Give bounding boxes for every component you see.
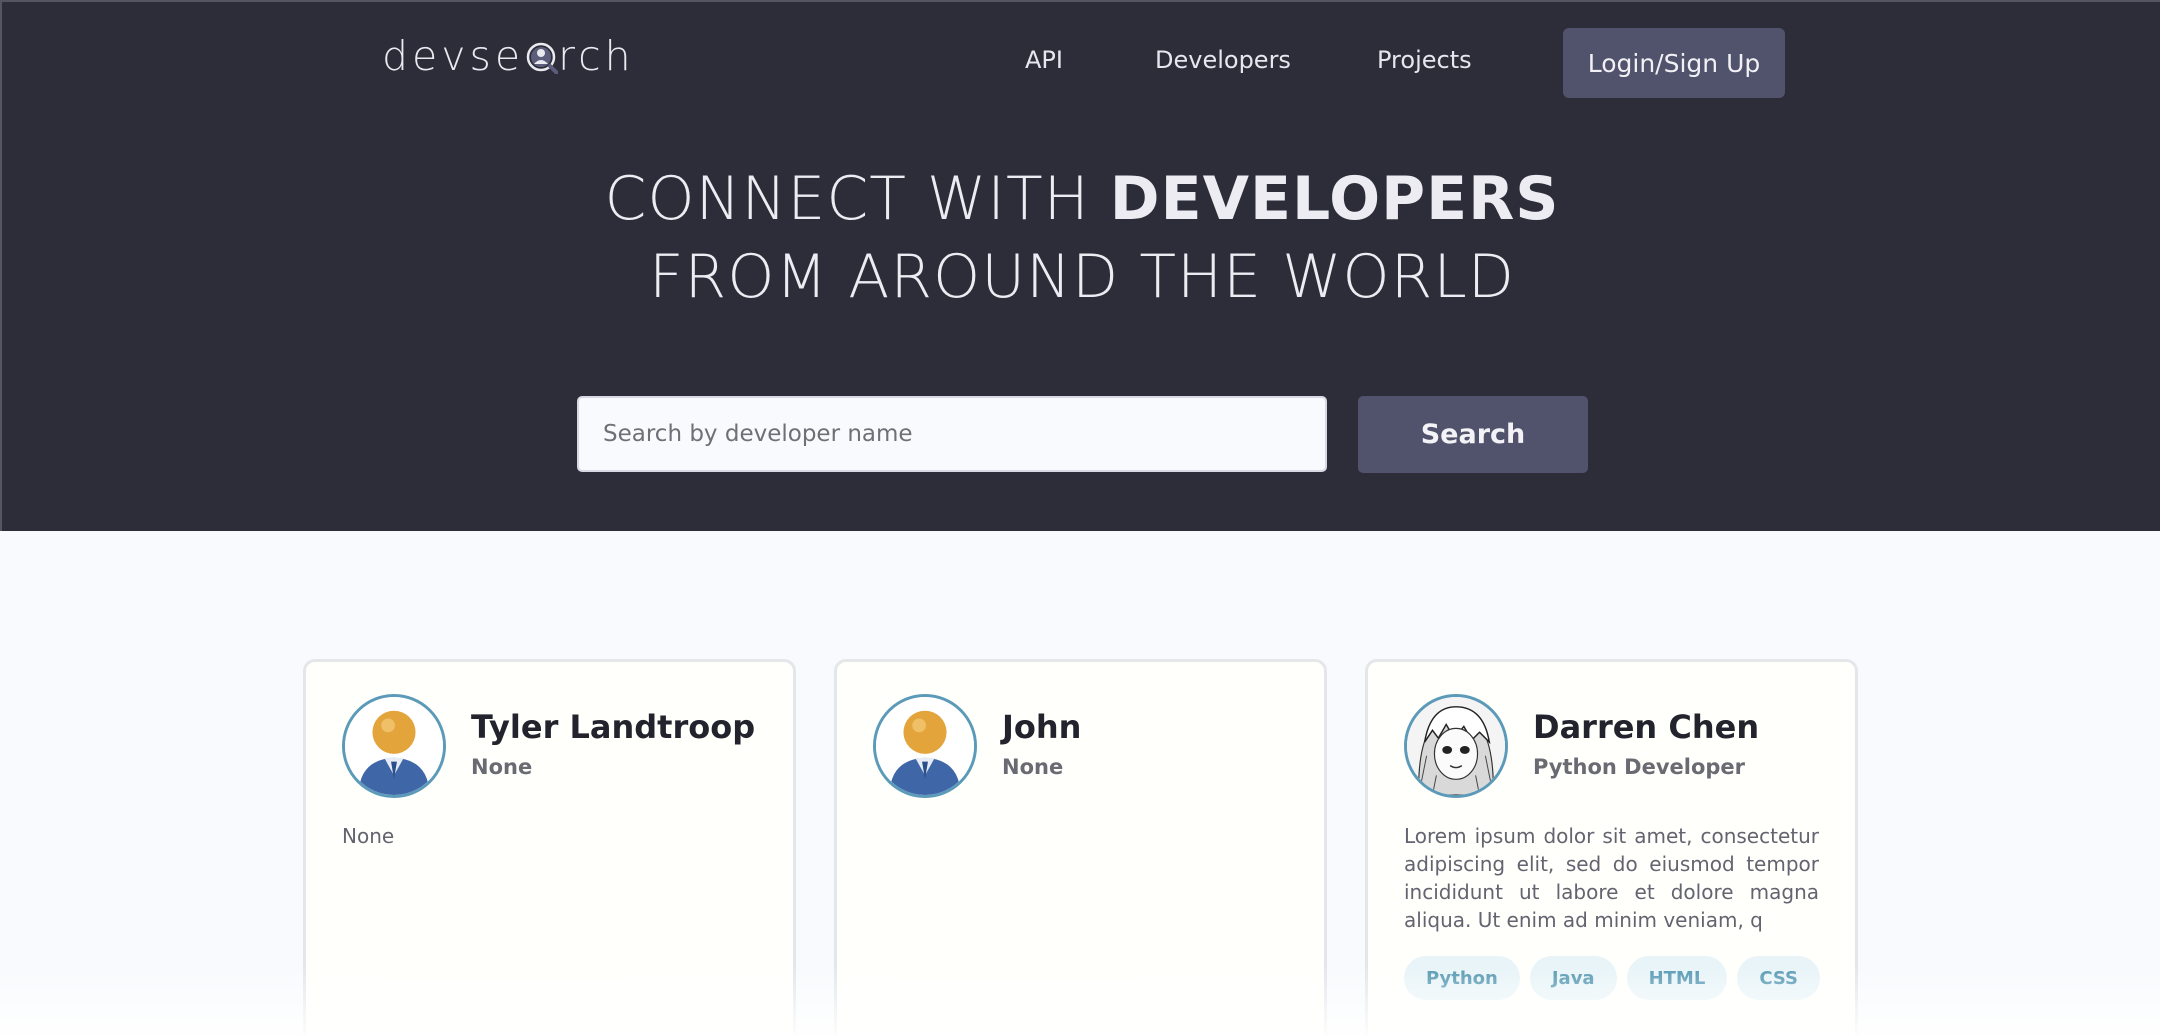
search-input[interactable] — [577, 396, 1327, 472]
nav-link-projects[interactable]: Projects — [1377, 46, 1472, 74]
skill-tag-python[interactable]: Python — [1404, 956, 1520, 1000]
developer-card[interactable]: John None — [834, 659, 1327, 1035]
developer-bio: Lorem ipsum dolor sit amet, consectetur … — [1404, 824, 1819, 932]
developer-title: None — [1002, 755, 1064, 779]
developer-title: None — [471, 755, 533, 779]
nav-link-api[interactable]: API — [1025, 46, 1063, 74]
skill-tags: Python Java HTML CSS — [1404, 956, 1820, 1000]
developer-name[interactable]: Darren Chen — [1533, 708, 1759, 746]
avatar — [873, 694, 977, 798]
skill-tag-java[interactable]: Java — [1529, 956, 1617, 1000]
nav-link-developers[interactable]: Developers — [1155, 46, 1291, 74]
developer-title: Python Developer — [1533, 755, 1746, 779]
developer-name[interactable]: John — [1002, 708, 1081, 746]
search-button[interactable]: Search — [1358, 396, 1588, 473]
developer-card[interactable]: Tyler Landtroop None None — [303, 659, 796, 1035]
default-user-icon — [876, 697, 974, 795]
avatar — [342, 694, 446, 798]
skill-tag-html[interactable]: HTML — [1626, 956, 1728, 1000]
skill-tag-css[interactable]: CSS — [1737, 956, 1820, 1000]
login-signup-button[interactable]: Login/Sign Up — [1563, 28, 1785, 98]
avatar — [1404, 694, 1508, 798]
hero-title: CONNECT WITH DEVELOPERS FROM AROUND THE … — [604, 164, 1560, 312]
developer-name[interactable]: Tyler Landtroop — [471, 708, 755, 746]
logo[interactable]: devse rch — [382, 32, 635, 80]
developer-card[interactable]: Darren Chen Python Developer Lorem ipsum… — [1365, 659, 1858, 1035]
anime-portrait — [1407, 697, 1505, 795]
default-user-icon — [345, 697, 443, 795]
search-logo-icon — [524, 36, 560, 75]
hero-section: devse rch API Developers Projects Login/S… — [0, 0, 2160, 531]
developer-bio: None — [342, 824, 395, 848]
